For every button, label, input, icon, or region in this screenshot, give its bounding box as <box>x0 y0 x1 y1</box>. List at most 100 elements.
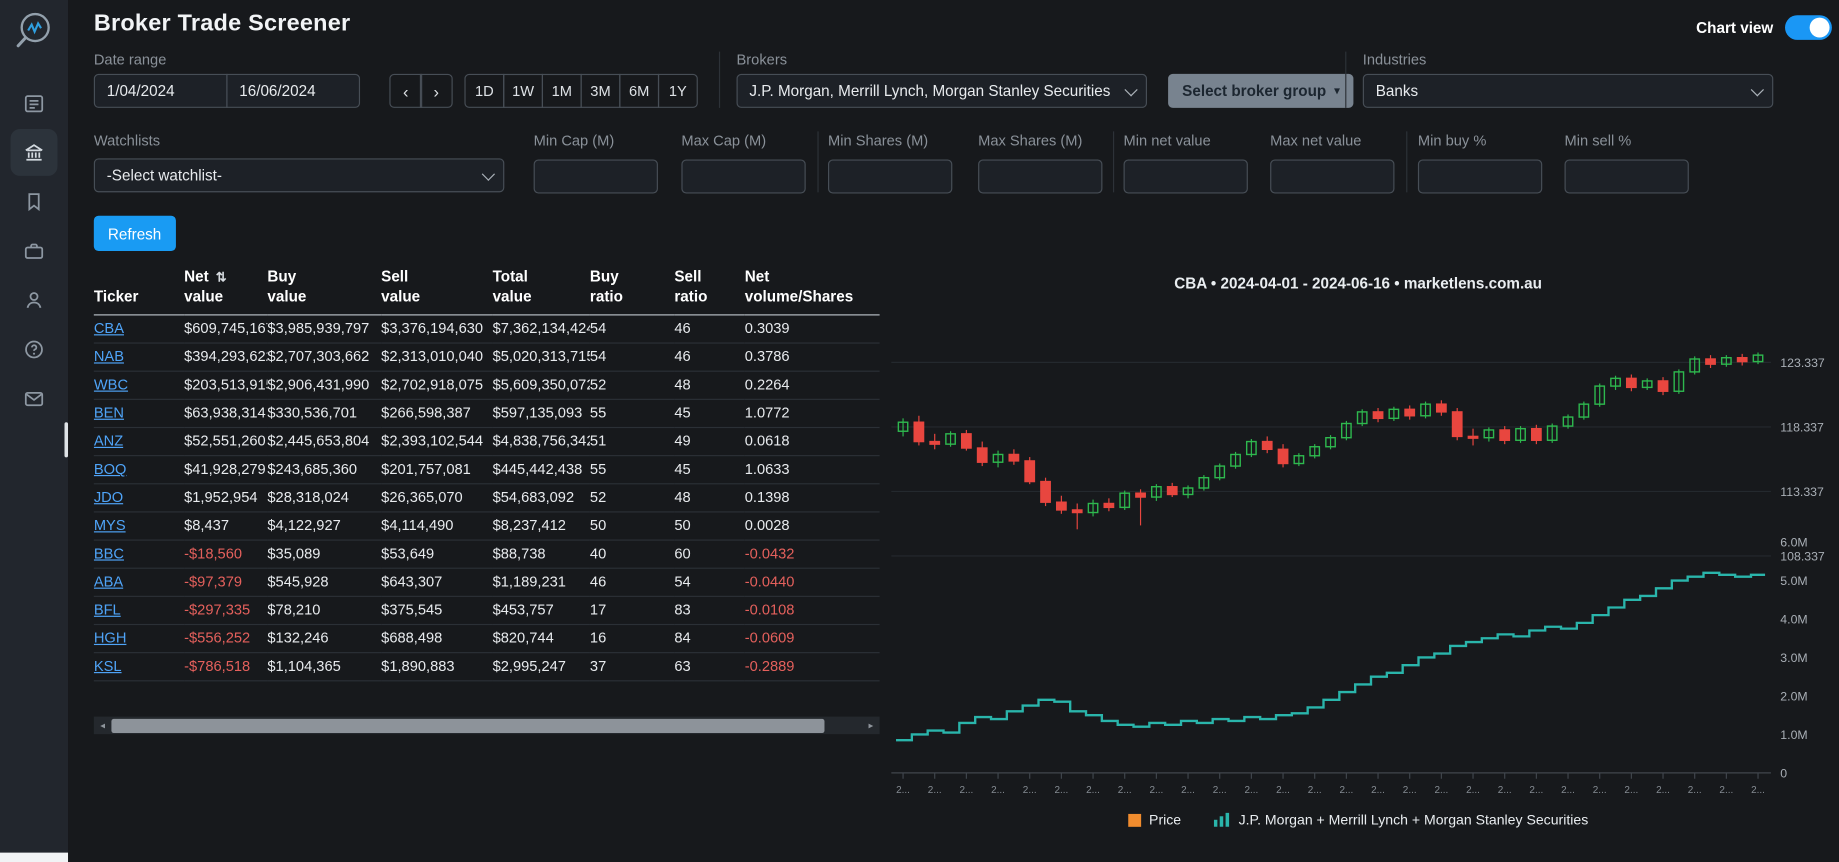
sidebar-scrollbar-thumb[interactable] <box>64 422 69 458</box>
ticker-link[interactable]: ABA <box>94 574 123 590</box>
sidebar-item-account[interactable] <box>11 277 58 324</box>
range-1w-button[interactable]: 1W <box>503 73 544 108</box>
svg-text:2...: 2... <box>1086 785 1100 796</box>
ticker-link[interactable]: HGH <box>94 630 127 646</box>
sidebar-item-screener[interactable] <box>10 129 58 176</box>
ticker-link[interactable]: CBA <box>94 321 124 337</box>
max-net-value-input[interactable] <box>1270 159 1395 194</box>
ticker-cell: JDO <box>93 483 185 513</box>
range-1y-button[interactable]: 1Y <box>657 73 698 108</box>
cell: $88,738 <box>492 539 590 569</box>
filter-label: Max Shares (M) <box>978 132 1083 149</box>
watchlist-select-value: -Select watchlist- <box>106 166 222 185</box>
ticker-cell: WBC <box>93 370 185 400</box>
cell: 46 <box>589 567 675 597</box>
col-net-value[interactable]: Net ⇅ value <box>184 267 268 316</box>
cell: $78,210 <box>267 596 382 625</box>
cell: $52,551,260 <box>184 427 268 456</box>
svg-text:2...: 2... <box>1561 785 1575 796</box>
ticker-cell: HGH <box>93 624 185 653</box>
numeric-filter: Min buy % <box>1417 133 1543 194</box>
news-icon <box>24 95 44 113</box>
industries-select-value: Banks <box>1375 82 1419 100</box>
date-to-input[interactable] <box>226 73 361 108</box>
date-from-input[interactable] <box>93 73 228 108</box>
prev-period-button[interactable]: ‹ <box>389 73 423 108</box>
sidebar-item-watchlists[interactable] <box>11 178 58 225</box>
ticker-link[interactable]: WBC <box>94 377 128 393</box>
svg-text:2...: 2... <box>1023 785 1037 796</box>
ticker-link[interactable]: BFL <box>94 602 121 618</box>
min-net-value-input[interactable] <box>1123 159 1248 194</box>
chart-legend: Price J.P. Morgan + Merrill Lynch + Morga… <box>887 812 1830 828</box>
next-period-button[interactable]: › <box>419 73 453 108</box>
legend-item[interactable]: Price <box>1127 812 1181 828</box>
filter-label: Min net value <box>1123 132 1211 149</box>
numeric-filter: Min Cap (M) <box>533 133 658 194</box>
ticker-cell: CBA <box>93 314 185 344</box>
svg-text:2...: 2... <box>896 785 910 796</box>
cell: $203,513,915 <box>184 370 268 400</box>
horizontal-scrollbar[interactable]: ◂ ▸ <box>93 716 880 735</box>
svg-text:0: 0 <box>1780 767 1787 781</box>
cell: $63,938,314 <box>184 399 268 428</box>
cell: -0.0108 <box>744 596 880 625</box>
ticker-link[interactable]: BOQ <box>94 461 127 477</box>
col-sell-ratio: Sell ratio <box>674 267 745 316</box>
max-shares-input[interactable] <box>978 159 1103 194</box>
ticker-cell: BOQ <box>93 455 185 485</box>
sidebar-item-news[interactable] <box>11 80 58 127</box>
legend-item[interactable]: J.P. Morgan + Merrill Lynch + Morgan Sta… <box>1213 812 1588 828</box>
ticker-link[interactable]: MYS <box>94 518 126 534</box>
svg-text:2...: 2... <box>1498 785 1512 796</box>
range-6m-button[interactable]: 6M <box>619 73 660 108</box>
scroll-left-icon[interactable]: ◂ <box>94 717 112 735</box>
col-total-value: Total value <box>492 267 590 316</box>
max-cap-input[interactable] <box>681 159 806 194</box>
chart-view-toggle[interactable] <box>1785 15 1832 40</box>
sidebar-item-contact[interactable] <box>11 375 58 422</box>
cell: -$786,518 <box>184 652 268 682</box>
chevron-down-icon <box>481 167 496 181</box>
min-buy-pct-input[interactable] <box>1417 159 1543 194</box>
refresh-button[interactable]: Refresh <box>93 215 176 251</box>
min-shares-input[interactable] <box>827 159 953 194</box>
brokers-select[interactable]: J.P. Morgan, Merrill Lynch, Morgan Stanl… <box>736 73 1147 108</box>
watchlist-select[interactable]: -Select watchlist- <box>93 158 505 193</box>
ticker-link[interactable]: BEN <box>94 405 124 421</box>
min-cap-input[interactable] <box>533 159 658 194</box>
select-broker-group-button[interactable]: Select broker group ▾ <box>1168 73 1354 108</box>
app-root: Broker Trade Screener Chart view Date ra… <box>0 0 1839 862</box>
range-1d-button[interactable]: 1D <box>464 73 505 108</box>
sidebar-item-portfolio[interactable] <box>11 228 58 275</box>
ticker-link[interactable]: KSL <box>94 658 122 674</box>
ticker-link[interactable]: JDO <box>94 489 123 505</box>
col-buy-ratio: Buy ratio <box>589 267 675 316</box>
cell: 49 <box>674 427 745 456</box>
svg-text:2...: 2... <box>1624 785 1638 796</box>
svg-text:123.337: 123.337 <box>1780 356 1825 370</box>
min-sell-pct-input[interactable] <box>1564 159 1689 194</box>
watchlists-label: Watchlists <box>93 132 161 149</box>
quick-range-group: 1D 1W 1M 3M 6M 1Y <box>464 73 698 108</box>
range-3m-button[interactable]: 3M <box>580 73 621 108</box>
ticker-link[interactable]: NAB <box>94 349 124 365</box>
cell: -0.0432 <box>744 539 880 569</box>
scrollbar-thumb-horizontal[interactable] <box>111 718 825 733</box>
range-1m-button[interactable]: 1M <box>541 73 582 108</box>
industries-select[interactable]: Banks <box>1362 73 1774 108</box>
app-logo-icon[interactable] <box>12 9 57 54</box>
sidebar-item-help[interactable] <box>11 326 58 373</box>
table-row: ABA -$97,379 $545,928 $643,307 $1,189,231 46 5… <box>93 567 880 597</box>
svg-text:2...: 2... <box>1656 785 1670 796</box>
select-broker-group-label: Select broker group <box>1182 82 1327 100</box>
svg-text:113.337: 113.337 <box>1780 485 1824 499</box>
sort-icon[interactable]: ⇅ <box>216 271 227 285</box>
cell: $609,745,167 <box>184 314 268 344</box>
scroll-right-icon[interactable]: ▸ <box>862 717 880 735</box>
ticker-link[interactable]: BBC <box>94 546 124 562</box>
toggle-knob-icon <box>1809 17 1830 38</box>
ticker-link[interactable]: ANZ <box>94 433 123 449</box>
cell: $201,757,081 <box>381 455 493 485</box>
col-buy-value: Buy value <box>267 267 382 316</box>
